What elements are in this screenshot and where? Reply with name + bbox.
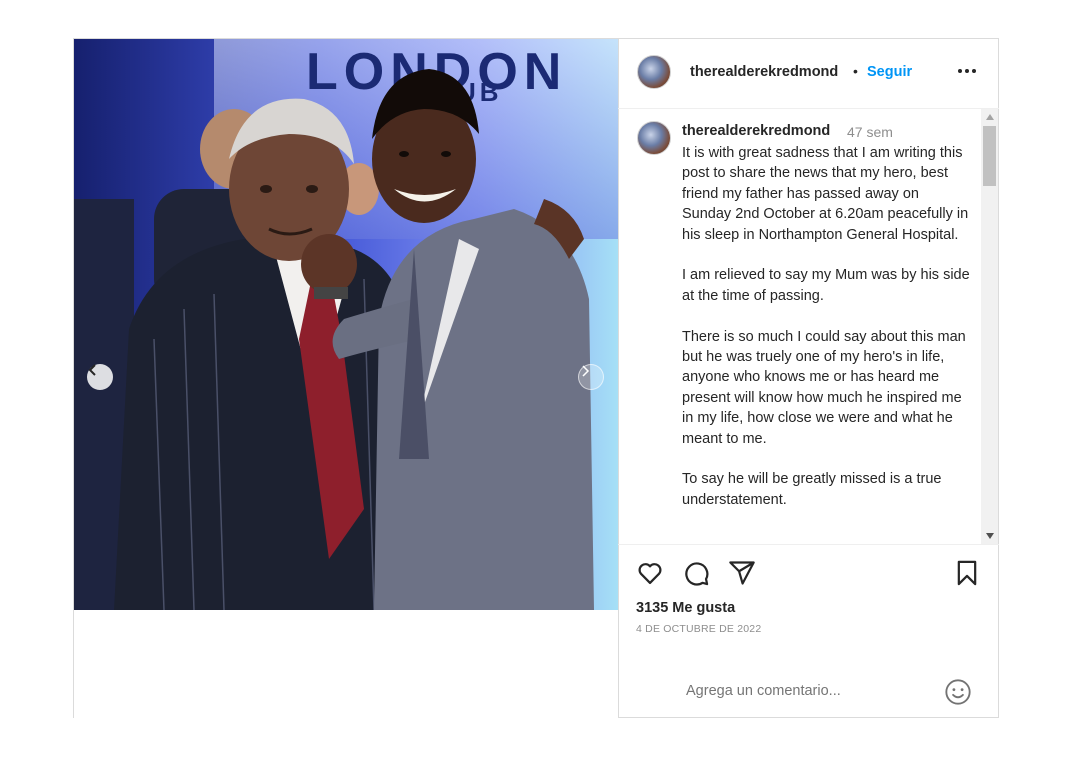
share-icon[interactable]	[728, 559, 756, 587]
more-icon[interactable]	[955, 59, 979, 83]
separator-dot: •	[853, 63, 858, 79]
post-photo[interactable]: LONDON UB	[74, 39, 618, 610]
triangle-up-icon	[985, 114, 994, 120]
caption-paragraph: It is with great sadness that I am writi…	[682, 145, 969, 243]
bookmark-icon[interactable]	[953, 559, 981, 587]
chevron-right-icon	[582, 365, 590, 377]
triangle-down-icon	[985, 533, 994, 539]
caption-text: It is with great sadness that I am writi…	[682, 143, 972, 531]
scroll-up-arrow[interactable]	[981, 109, 998, 125]
caption-paragraph: To say he will be greatly missed is a tr…	[682, 471, 942, 508]
comment-row	[618, 663, 999, 719]
chevron-left-icon	[88, 364, 96, 376]
instagram-post: LONDON UB	[73, 38, 999, 718]
scroll-thumb[interactable]	[983, 126, 996, 186]
next-photo-button[interactable]	[578, 364, 604, 390]
caption-timestamp[interactable]: 47 sem	[847, 124, 893, 140]
caption-area[interactable]: therealderekredmond 47 sem It is with gr…	[618, 109, 999, 544]
comment-icon[interactable]	[682, 559, 710, 587]
previous-photo-button[interactable]	[87, 364, 113, 390]
emoji-icon[interactable]	[944, 678, 972, 706]
caption-username[interactable]: therealderekredmond	[682, 123, 830, 139]
likes-count[interactable]: 3135 Me gusta	[636, 600, 735, 616]
post-header: therealderekredmond • Seguir	[618, 39, 999, 109]
photo-illustration: LONDON UB	[74, 39, 618, 610]
author-avatar[interactable]	[637, 55, 671, 89]
caption-paragraph: I am relieved to say my Mum was by his s…	[682, 267, 970, 304]
comment-input[interactable]	[686, 683, 926, 699]
caption-avatar[interactable]	[637, 121, 671, 155]
media-panel: LONDON UB	[74, 39, 619, 718]
caption-paragraph: There is so much I could say about this …	[682, 328, 966, 447]
post-sidebar: therealderekredmond • Seguir therealdere…	[618, 39, 999, 718]
follow-button[interactable]: Seguir	[867, 64, 912, 80]
heart-icon[interactable]	[636, 559, 664, 587]
post-date[interactable]: 4 DE OCTUBRE DE 2022	[636, 623, 761, 635]
caption-scrollbar[interactable]	[981, 109, 998, 544]
scroll-down-arrow[interactable]	[981, 528, 998, 544]
author-username[interactable]: therealderekredmond	[690, 64, 838, 80]
actions-section: 3135 Me gusta 4 DE OCTUBRE DE 2022	[618, 544, 999, 718]
